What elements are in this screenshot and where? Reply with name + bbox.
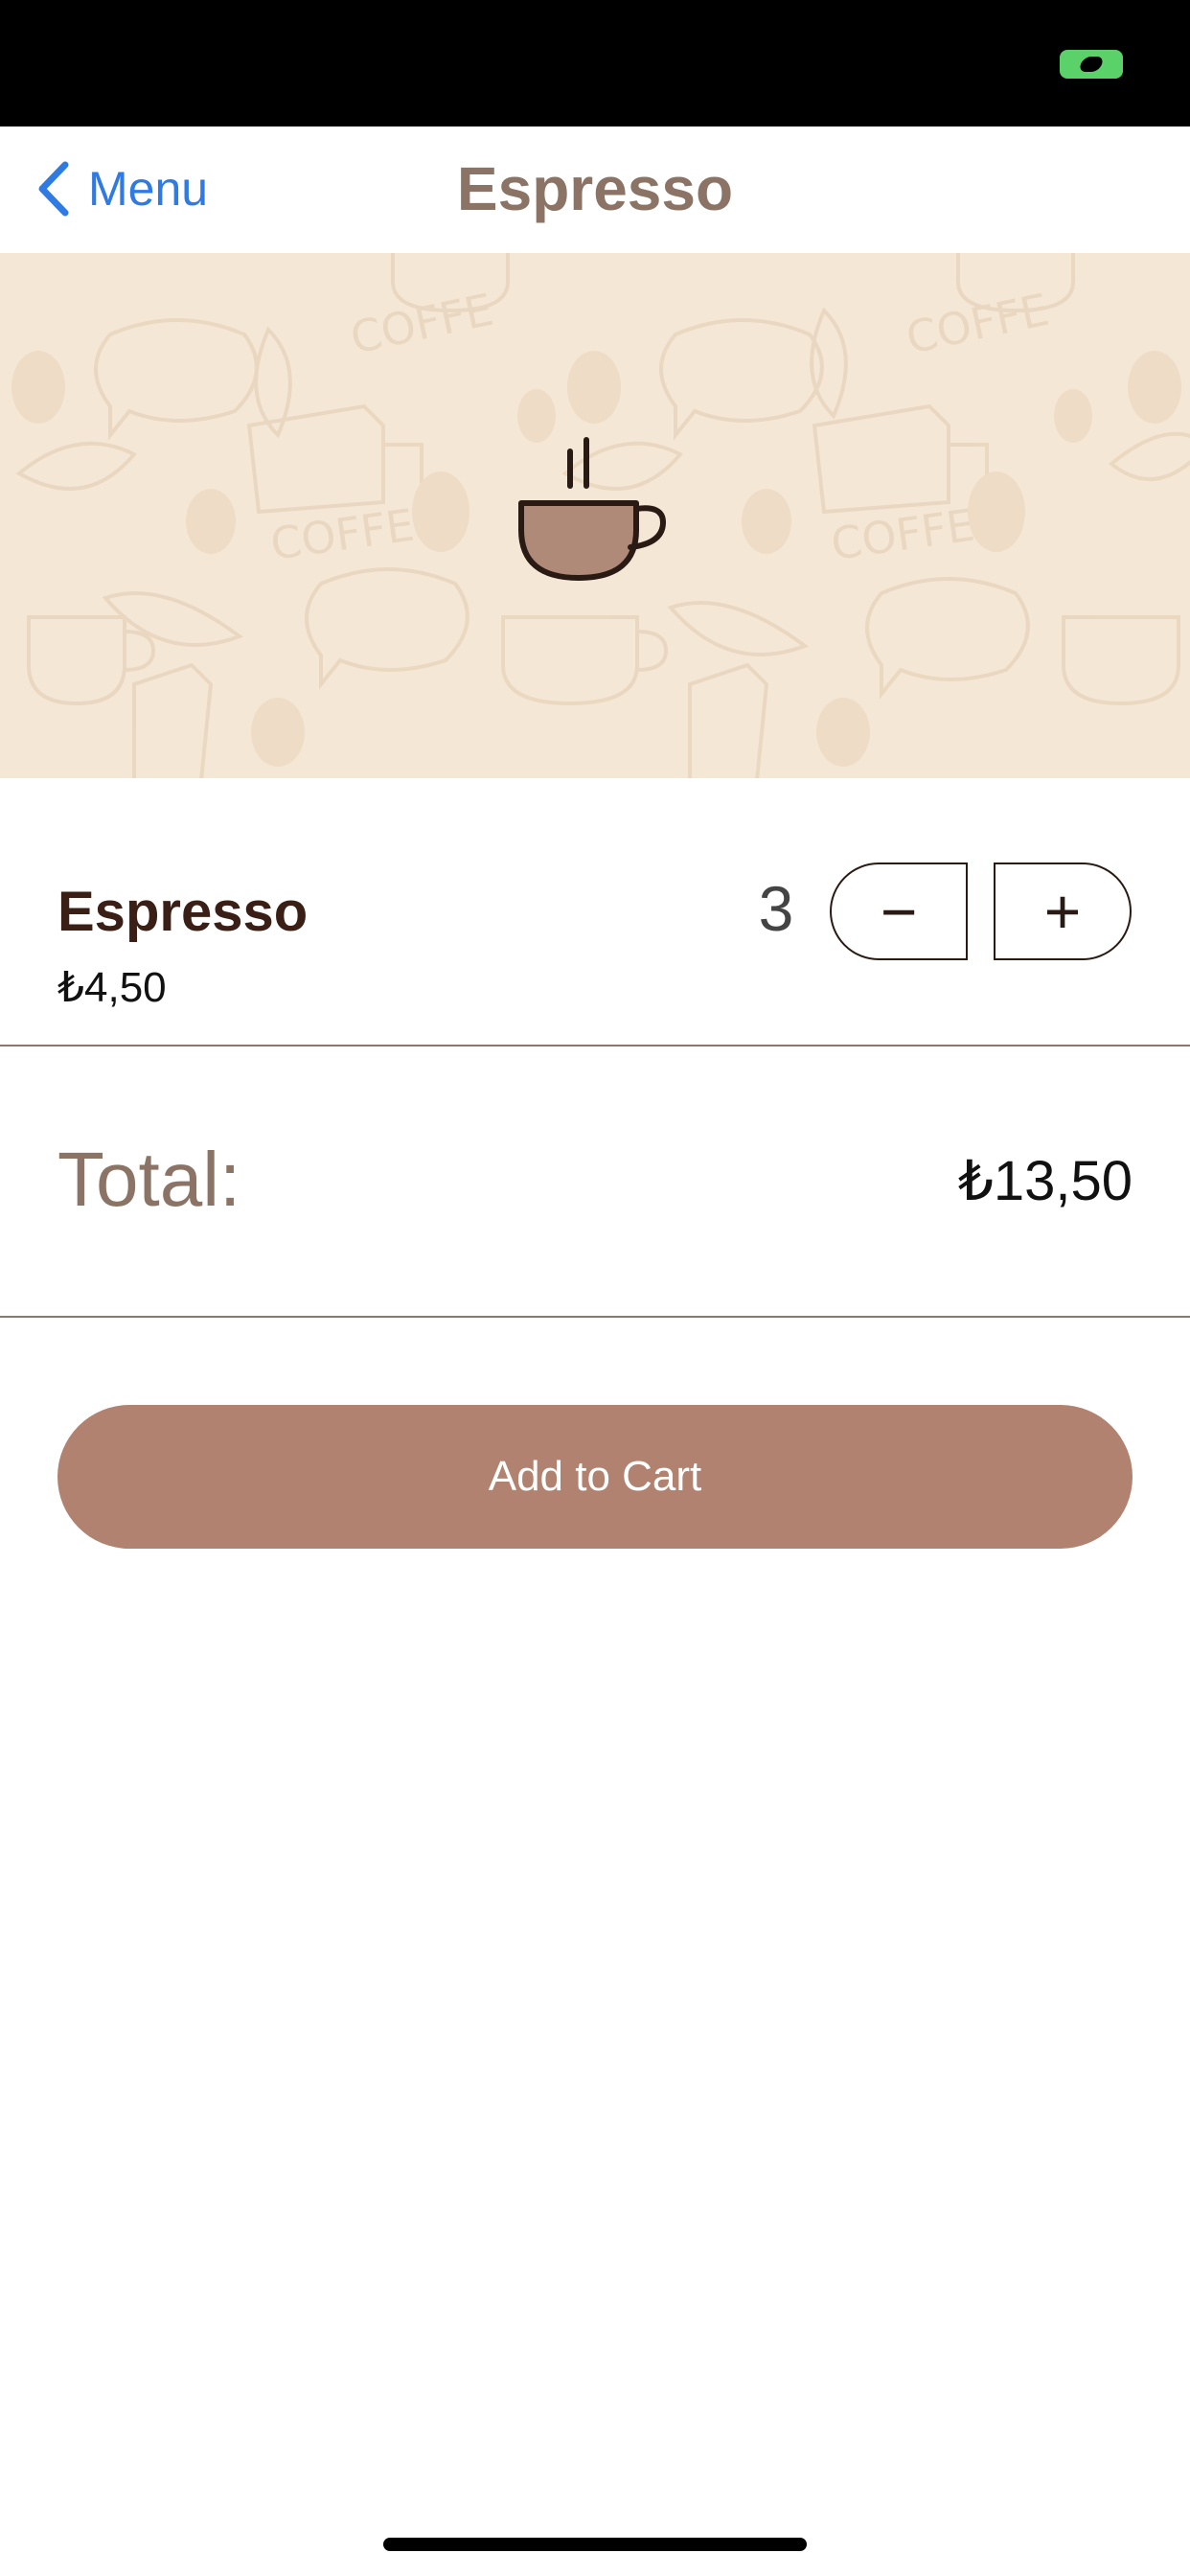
page-title: Espresso [456, 154, 734, 223]
increase-quantity-button[interactable]: + [994, 862, 1132, 960]
status-bar [0, 0, 1190, 126]
minus-icon: − [880, 876, 918, 947]
divider [0, 1045, 1190, 1046]
decrease-quantity-button[interactable]: − [830, 862, 968, 960]
navigation-bar: Menu Espresso [0, 126, 1190, 253]
divider [0, 1316, 1190, 1318]
quantity-value: 3 [758, 873, 794, 944]
svg-text:COFFE: COFFE [902, 284, 1053, 364]
product-name: Espresso [57, 881, 309, 943]
coffee-cup-icon [518, 437, 667, 581]
product-price: ₺4,50 [57, 964, 167, 1011]
total-value: ₺13,50 [957, 1150, 1133, 1212]
product-detail-screen: Menu Espresso COFFE COFFE COFFE COFFE Es… [0, 0, 1190, 2576]
total-label: Total: [57, 1137, 241, 1222]
plus-icon: + [1043, 876, 1082, 947]
svg-text:COFFE: COFFE [346, 284, 497, 364]
camera-indicator-icon [1060, 50, 1123, 79]
add-to-cart-button[interactable]: Add to Cart [57, 1405, 1133, 1549]
home-indicator[interactable] [383, 2538, 807, 2551]
